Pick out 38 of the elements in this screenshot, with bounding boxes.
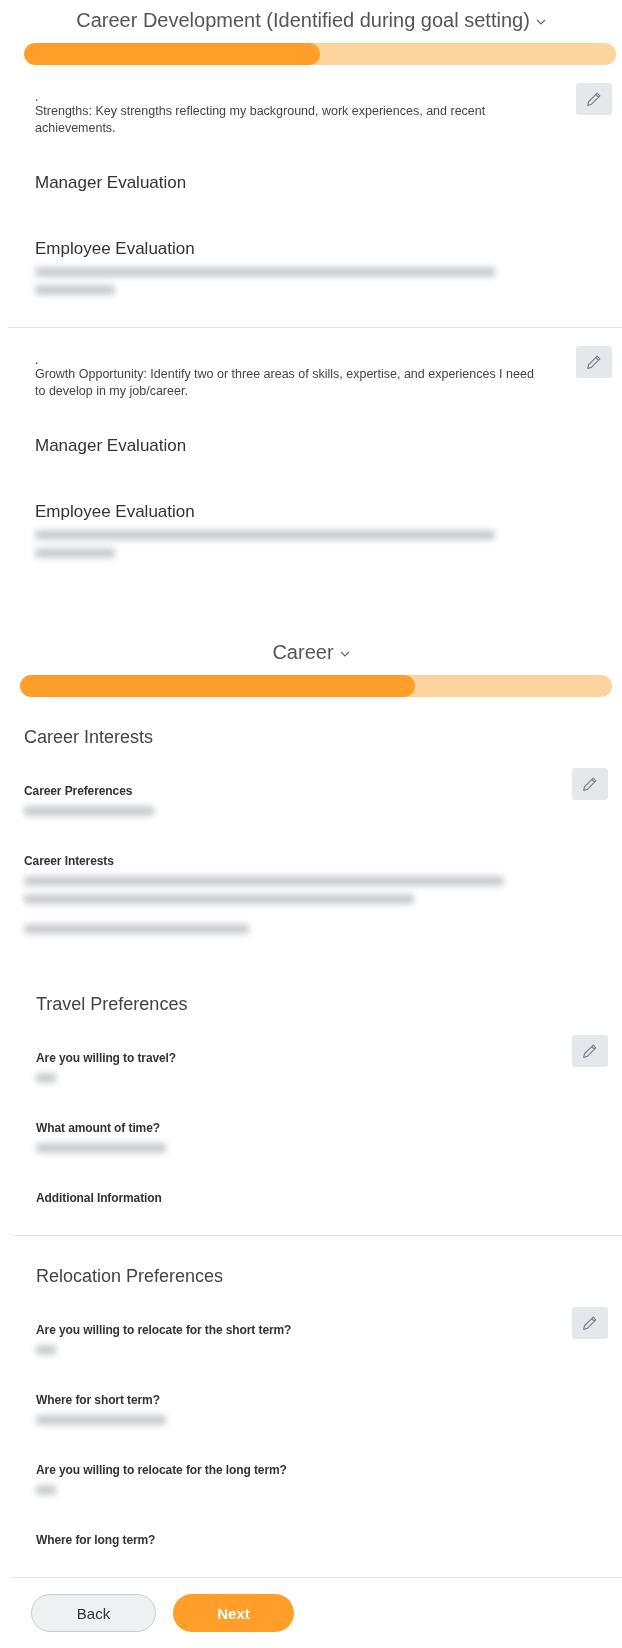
field-label: Career Preferences (24, 784, 134, 798)
section-title[interactable]: Career Development (Identified during goal setting) (76, 8, 530, 32)
goal-marker: . (35, 91, 40, 103)
group-heading: Travel Preferences (36, 994, 189, 1015)
pencil-icon (585, 90, 603, 108)
evaluation-label: Employee Evaluation (35, 239, 196, 259)
chevron-down-icon[interactable] (339, 651, 350, 657)
evaluation-label: Manager Evaluation (35, 173, 188, 193)
goal-marker: . (35, 354, 40, 366)
field-label: Career Interests (24, 854, 115, 868)
pencil-icon (585, 353, 603, 371)
section-title[interactable]: Career (272, 640, 334, 664)
goal-description: Strengths: Key strengths reflecting my background, work experiences, and recent achievements. (35, 103, 487, 137)
back-button[interactable]: Back (31, 1594, 156, 1632)
evaluation-label: Manager Evaluation (35, 436, 188, 456)
redacted-answer (36, 1073, 56, 1083)
edit-button[interactable] (576, 346, 612, 378)
field-label: Where for long term? (36, 1533, 157, 1547)
edit-button[interactable] (576, 83, 612, 115)
evaluation-label: Employee Evaluation (35, 502, 196, 522)
field-label: Are you willing to travel? (36, 1051, 178, 1065)
pencil-icon (581, 1042, 599, 1060)
redacted-answer (36, 1485, 56, 1495)
goal-description: Growth Opportunity: Identify two or three areas of skills, expertise, and experiences I need to develop in my job/career. (35, 366, 535, 400)
redacted-answer (36, 1345, 56, 1355)
edit-button[interactable] (572, 1307, 608, 1339)
field-label: What amount of time? (36, 1121, 161, 1135)
field-label: Additional Information (36, 1191, 163, 1205)
field-label: Are you willing to relocate for the long term? (36, 1463, 288, 1477)
group-heading: Relocation Preferences (36, 1266, 225, 1287)
field-label: Where for short term? (36, 1393, 161, 1407)
chevron-down-icon[interactable] (535, 19, 546, 25)
group-heading: Career Interests (24, 727, 155, 748)
pencil-icon (581, 775, 599, 793)
field-label: Are you willing to relocate for the short term? (36, 1323, 293, 1337)
edit-button[interactable] (572, 768, 608, 800)
pencil-icon (581, 1314, 599, 1332)
edit-button[interactable] (572, 1035, 608, 1067)
